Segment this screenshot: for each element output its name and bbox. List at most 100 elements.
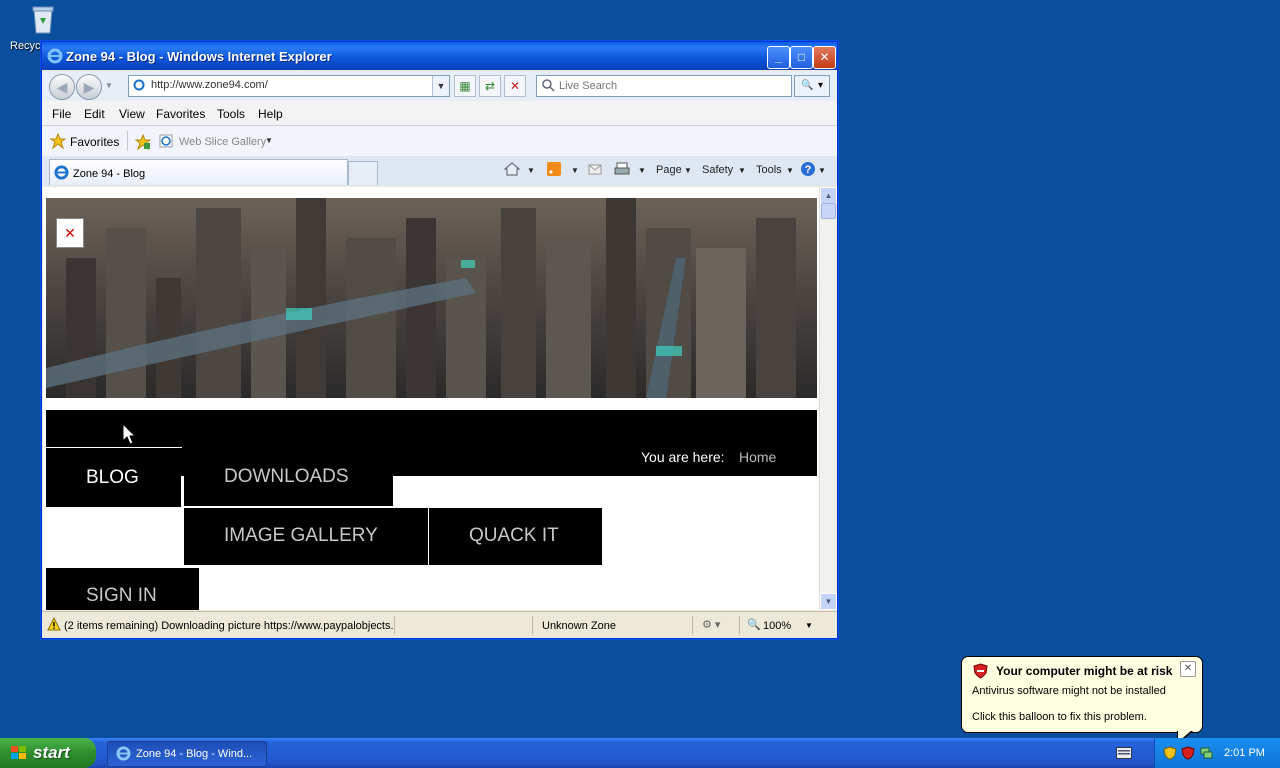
- taskbar: start Zone 94 - Blog - Wind... 2:01 PM: [0, 738, 1280, 768]
- mouse-cursor-icon: [122, 423, 136, 445]
- home-dropdown-icon[interactable]: ▼: [527, 166, 535, 175]
- search-box[interactable]: [536, 75, 792, 97]
- scroll-down-icon[interactable]: ▼: [820, 593, 837, 610]
- security-shield-icon: [973, 663, 988, 679]
- city-skyline-image: [46, 198, 817, 398]
- add-favorite-icon[interactable]: [135, 134, 151, 150]
- ie-window: Zone 94 - Blog - Windows Internet Explor…: [41, 41, 838, 639]
- balloon-title: Your computer might be at risk: [996, 664, 1173, 678]
- taskbar-ie-label: Zone 94 - Blog - Wind...: [136, 748, 253, 760]
- favorites-button[interactable]: Favorites: [70, 135, 119, 149]
- close-button[interactable]: ✕: [813, 46, 836, 69]
- web-slice-gallery-link[interactable]: Web Slice Gallery: [179, 136, 266, 148]
- tab-ie-icon: [54, 165, 69, 180]
- rss-dropdown-icon[interactable]: ▼: [571, 166, 579, 175]
- vertical-scrollbar[interactable]: ▲ ▼: [819, 187, 837, 610]
- help-icon[interactable]: ?: [800, 161, 816, 177]
- status-divider: [692, 616, 693, 634]
- page-menu[interactable]: Page: [656, 164, 682, 176]
- svg-text:?: ?: [805, 164, 812, 176]
- search-icon: [542, 79, 555, 92]
- system-tray: 2:01 PM: [1154, 738, 1280, 768]
- web-page-viewport[interactable]: ✕ You are here: Home BLOG DOWNLOADS IMAG…: [43, 187, 819, 610]
- zoom-icon[interactable]: 🔍: [747, 618, 761, 631]
- title-bar[interactable]: Zone 94 - Blog - Windows Internet Explor…: [42, 42, 837, 70]
- protected-mode-icon[interactable]: ⚙ ▾: [702, 618, 720, 631]
- search-go-button[interactable]: 🔍 ▾: [794, 75, 830, 97]
- keyboard-icon[interactable]: [1116, 747, 1132, 759]
- tools-dropdown-icon[interactable]: ▼: [786, 166, 794, 175]
- nav-quack-it[interactable]: QUACK IT: [429, 508, 602, 565]
- security-center-icon[interactable]: [1163, 746, 1177, 760]
- home-icon[interactable]: [504, 161, 520, 177]
- web-slice-icon: [159, 134, 173, 148]
- print-icon[interactable]: [614, 161, 630, 177]
- scroll-thumb[interactable]: [821, 203, 836, 219]
- read-mail-icon[interactable]: [587, 161, 603, 177]
- nav-blog[interactable]: BLOG: [46, 467, 182, 507]
- scroll-up-icon[interactable]: ▲: [820, 187, 837, 204]
- back-button[interactable]: ◀: [49, 74, 75, 100]
- menu-help[interactable]: Help: [258, 107, 283, 121]
- taskbar-ie-window[interactable]: Zone 94 - Blog - Wind...: [107, 741, 267, 767]
- tab-label: Zone 94 - Blog: [73, 168, 146, 180]
- stop-icon[interactable]: ✕: [504, 75, 526, 97]
- menu-tools[interactable]: Tools: [217, 107, 245, 121]
- menu-file[interactable]: File: [52, 107, 71, 121]
- rss-feed-icon[interactable]: [546, 161, 562, 177]
- status-bar: (2 items remaining) Downloading picture …: [42, 611, 837, 638]
- address-url: http://www.zone94.com/: [151, 79, 268, 91]
- nav-quack-it-label: QUACK IT: [469, 525, 559, 546]
- search-input[interactable]: [557, 77, 789, 95]
- web-slice-dropdown-icon[interactable]: ▼: [265, 136, 273, 145]
- balloon-close-button[interactable]: ✕: [1180, 661, 1196, 677]
- compatibility-view-icon[interactable]: ▦: [454, 75, 476, 97]
- nav-sign-in[interactable]: SIGN IN: [46, 568, 199, 610]
- help-dropdown-icon[interactable]: ▼: [818, 166, 826, 175]
- address-bar[interactable]: http://www.zone94.com/ ▼: [128, 75, 450, 97]
- balloon-message: Antivirus software might not be installe…: [972, 685, 1166, 697]
- history-dropdown-icon[interactable]: ▼: [105, 81, 113, 90]
- nav-downloads-label: DOWNLOADS: [224, 466, 349, 487]
- status-divider: [532, 616, 533, 634]
- forward-button[interactable]: ▶: [76, 74, 102, 100]
- site-nav-strip: You are here: Home: [46, 410, 817, 476]
- menu-view[interactable]: View: [119, 107, 145, 121]
- address-dropdown-icon[interactable]: ▼: [432, 76, 449, 96]
- safety-dropdown-icon[interactable]: ▼: [738, 166, 746, 175]
- nav-image-gallery[interactable]: IMAGE GALLERY: [184, 508, 428, 565]
- recycle-bin-label: Recyc: [10, 40, 41, 52]
- zoom-level[interactable]: 100%: [763, 620, 791, 632]
- nav-sign-in-label: SIGN IN: [86, 585, 157, 606]
- zoom-dropdown-icon[interactable]: ▼: [805, 621, 813, 630]
- security-zone: Unknown Zone: [542, 620, 616, 632]
- search-options-icon: ▾: [818, 80, 824, 91]
- new-tab-button[interactable]: [348, 161, 378, 185]
- start-button[interactable]: start: [0, 738, 96, 768]
- windows-flag-icon: [11, 746, 26, 759]
- balloon-action-text[interactable]: Click this balloon to fix this problem.: [972, 711, 1147, 723]
- tab-bar: Zone 94 - Blog ▼ ▼ ▼ Page ▼ Safety ▼ Too…: [42, 156, 837, 186]
- maximize-button[interactable]: □: [790, 46, 813, 69]
- security-balloon[interactable]: Your computer might be at risk ✕ Antivir…: [961, 656, 1203, 745]
- nav-downloads[interactable]: DOWNLOADS: [184, 466, 393, 506]
- refresh-icon[interactable]: ⇄: [479, 75, 501, 97]
- page-dropdown-icon[interactable]: ▼: [684, 166, 692, 175]
- print-dropdown-icon[interactable]: ▼: [638, 166, 646, 175]
- clock[interactable]: 2:01 PM: [1224, 747, 1265, 759]
- tab-zone94-blog[interactable]: Zone 94 - Blog: [49, 159, 348, 185]
- ie-logo-icon: [47, 48, 63, 64]
- menu-favorites[interactable]: Favorites: [156, 107, 205, 121]
- window-title: Zone 94 - Blog - Windows Internet Explor…: [66, 49, 332, 64]
- menu-edit[interactable]: Edit: [84, 107, 105, 121]
- network-icon[interactable]: [1199, 746, 1213, 760]
- warning-icon: [47, 617, 61, 631]
- security-alert-icon[interactable]: [1181, 746, 1195, 760]
- favorites-star-icon[interactable]: [50, 133, 66, 149]
- nav-blog-label: BLOG: [86, 467, 139, 488]
- tools-menu[interactable]: Tools: [756, 164, 782, 176]
- breadcrumb-home-link[interactable]: Home: [739, 449, 776, 465]
- menu-bar: File Edit View Favorites Tools Help: [42, 101, 837, 126]
- safety-menu[interactable]: Safety: [702, 164, 733, 176]
- minimize-button[interactable]: _: [767, 46, 790, 69]
